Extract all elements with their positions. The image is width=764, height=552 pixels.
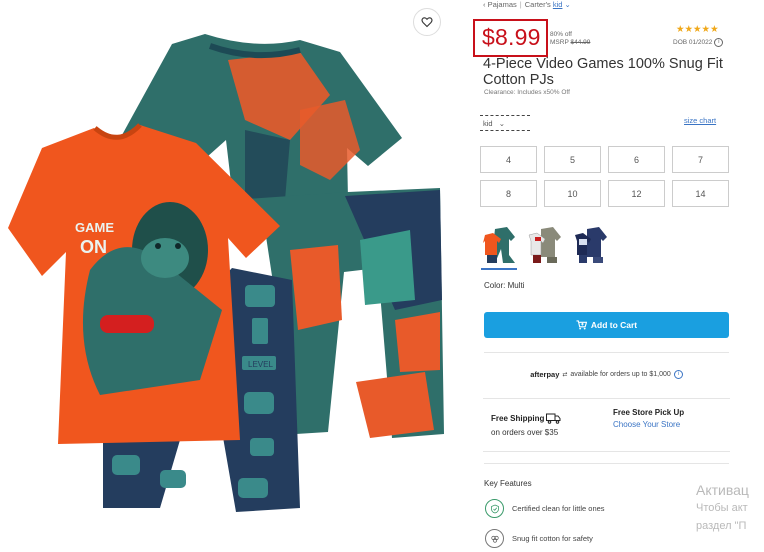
on-print: ON xyxy=(80,237,107,257)
chevron-down-icon: ⌄ xyxy=(564,0,571,9)
color-swatches xyxy=(481,225,609,270)
size-group-dropdown[interactable]: kid ⌄ xyxy=(480,115,530,131)
breadcrumb-size-group[interactable]: kid xyxy=(553,0,563,9)
watermark-line-3: раздел "П xyxy=(696,520,747,532)
wishlist-button[interactable] xyxy=(413,8,441,36)
free-shipping-title: Free Shipping xyxy=(491,413,561,424)
key-feature-item: Certified clean for little ones xyxy=(485,499,605,518)
size-option-5[interactable]: 5 xyxy=(544,146,601,173)
size-option-6[interactable]: 6 xyxy=(608,146,665,173)
truck-icon xyxy=(546,413,561,424)
selected-color-label: Color: Multi xyxy=(484,281,525,290)
color-swatch-camo[interactable] xyxy=(527,225,563,265)
info-icon[interactable]: i xyxy=(714,38,724,47)
size-group-value: kid xyxy=(483,119,493,128)
afterpay-arrows-icon: ⇄ xyxy=(562,372,568,378)
free-shipping-condition: on orders over $35 xyxy=(491,428,559,437)
afterpay-text: available for orders up to $1,000 xyxy=(570,371,671,378)
cotton-icon xyxy=(485,529,504,548)
breadcrumb-separator: | xyxy=(519,0,522,9)
watermark-line-1: Активац xyxy=(696,482,749,498)
breadcrumb-brand[interactable]: Carter's xyxy=(525,0,551,9)
watermark-line-2: Чтобы акт xyxy=(696,502,748,514)
percent-off: 80% off xyxy=(550,31,572,38)
color-swatch-navy[interactable] xyxy=(573,225,609,265)
size-option-10[interactable]: 10 xyxy=(544,180,601,207)
msrp-line: MSRP $44.99 xyxy=(550,39,590,47)
size-option-8[interactable]: 8 xyxy=(480,180,537,207)
price-discount: 80% off MSRP $44.99 xyxy=(550,31,590,47)
product-image: LEVEL GAME ON xyxy=(0,0,466,547)
leaf-shield-icon xyxy=(485,499,504,518)
pajama-set-illustration: LEVEL GAME ON xyxy=(8,34,444,512)
choose-store-link[interactable]: Choose Your Store xyxy=(613,420,680,429)
swatch-thumbnail xyxy=(528,227,561,263)
breadcrumb: ‹ Pajamas | Carter's kid ⌄ xyxy=(483,0,571,9)
size-option-4[interactable]: 4 xyxy=(480,146,537,173)
msrp-price: $44.99 xyxy=(570,39,591,46)
size-chart-link[interactable]: size chart xyxy=(684,116,716,125)
shipping-box xyxy=(483,398,730,452)
divider xyxy=(484,463,729,464)
game-print: GAME xyxy=(75,220,114,235)
add-to-cart-button[interactable]: Add to Cart xyxy=(484,312,729,338)
size-option-14[interactable]: 14 xyxy=(672,180,729,207)
size-option-12[interactable]: 12 xyxy=(608,180,665,207)
dob-info: DOB 01/2022 i xyxy=(673,38,724,47)
free-shipping-label: Free Shipping xyxy=(491,414,545,423)
swatch-thumbnail xyxy=(483,227,515,263)
key-feature-item: Snug fit cotton for safety xyxy=(485,529,593,548)
star-rating[interactable]: ★★★★★ xyxy=(676,24,719,35)
swatch-thumbnail xyxy=(575,227,607,263)
size-options: 4 5 6 7 8 10 12 14 xyxy=(480,146,730,207)
cart-icon xyxy=(576,320,587,330)
dob-text: DOB 01/2022 xyxy=(673,39,713,46)
level-print: LEVEL xyxy=(248,360,273,369)
key-feature-text: Snug fit cotton for safety xyxy=(512,534,593,543)
afterpay-logo: afterpay xyxy=(530,370,560,379)
color-swatch-multi-orange[interactable] xyxy=(481,225,517,270)
key-feature-text: Certified clean for little ones xyxy=(512,504,605,513)
info-icon[interactable]: i xyxy=(673,370,683,379)
chevron-down-icon: ⌄ xyxy=(498,119,505,128)
msrp-label: MSRP xyxy=(550,39,569,46)
divider xyxy=(484,352,729,353)
heart-icon xyxy=(421,17,433,28)
add-to-cart-label: Add to Cart xyxy=(590,320,638,330)
clearance-note: Clearance: Includes x50% Off xyxy=(484,89,570,96)
store-pickup-title: Free Store Pick Up xyxy=(613,408,685,417)
afterpay-message: afterpay ⇄ available for orders up to $1… xyxy=(484,370,729,379)
size-option-7[interactable]: 7 xyxy=(672,146,729,173)
sale-price: $8.99 xyxy=(482,24,541,50)
windows-activation-watermark: Активац Чтобы акт раздел "П xyxy=(696,481,749,535)
product-title: 4-Piece Video Games 100% Snug Fit Cotton… xyxy=(483,56,723,88)
key-features-title: Key Features xyxy=(484,479,532,488)
breadcrumb-category[interactable]: Pajamas xyxy=(488,0,517,9)
